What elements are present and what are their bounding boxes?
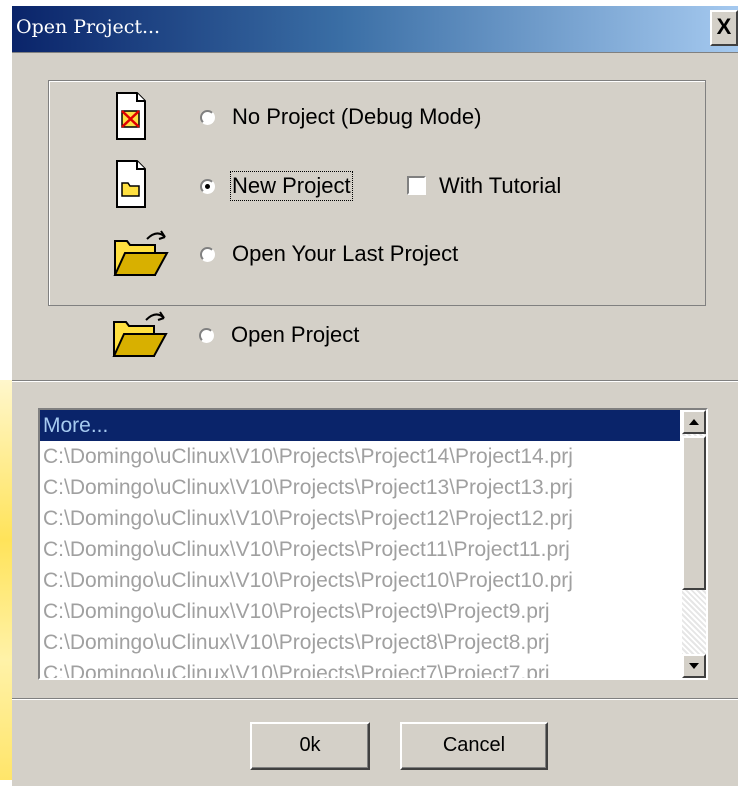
window-title: Open Project...: [16, 16, 161, 38]
list-item[interactable]: C:\Domingo\uClinux\V10\Projects\Project8…: [40, 627, 680, 658]
cancel-button[interactable]: Cancel: [400, 722, 548, 770]
with-tutorial-label[interactable]: With Tutorial: [439, 173, 561, 199]
open-last-project-label: Open Your Last Project: [232, 241, 459, 266]
with-tutorial-checkbox[interactable]: [407, 176, 426, 195]
no-project-radio[interactable]: [200, 110, 215, 125]
arrow-up-icon: [689, 419, 699, 425]
list-item[interactable]: C:\Domingo\uClinux\V10\Projects\Project1…: [40, 441, 680, 472]
no-project-label: No Project (Debug Mode): [232, 104, 482, 129]
open-project-dialog: Open Project... X No Project (Debug Mode…: [12, 6, 738, 786]
radio-selected-dot: [205, 184, 210, 189]
option-no-project[interactable]: No Project (Debug Mode): [49, 91, 649, 145]
list-item[interactable]: C:\Domingo\uClinux\V10\Projects\Project7…: [40, 658, 680, 678]
footer-divider: [12, 698, 738, 700]
section-divider: [12, 380, 738, 382]
open-project-radio[interactable]: [199, 328, 214, 343]
list-item[interactable]: C:\Domingo\uClinux\V10\Projects\Project1…: [40, 534, 680, 565]
list-scrollbar[interactable]: [682, 410, 706, 678]
open-folder-icon: [111, 227, 181, 281]
list-item[interactable]: C:\Domingo\uClinux\V10\Projects\Project9…: [40, 596, 680, 627]
close-button[interactable]: X: [710, 10, 738, 46]
option-open-last-project[interactable]: Open Your Last Project: [49, 227, 649, 281]
open-last-project-radio[interactable]: [200, 247, 215, 262]
list-item[interactable]: C:\Domingo\uClinux\V10\Projects\Project1…: [40, 472, 680, 503]
recent-projects-list[interactable]: More... C:\Domingo\uClinux\V10\Projects\…: [38, 408, 708, 680]
title-bar[interactable]: Open Project... X: [12, 6, 738, 53]
scroll-thumb[interactable]: [682, 436, 706, 590]
ok-button[interactable]: 0k: [250, 722, 370, 770]
new-doc-icon: [111, 159, 181, 213]
list-item[interactable]: C:\Domingo\uClinux\V10\Projects\Project1…: [40, 565, 680, 596]
arrow-down-icon: [689, 663, 699, 669]
project-options-group: No Project (Debug Mode) New Project With…: [48, 80, 706, 306]
open-folder-icon: [110, 308, 180, 362]
list-item-more[interactable]: More...: [40, 410, 680, 441]
option-open-project[interactable]: Open Project: [48, 308, 648, 362]
scroll-down-button[interactable]: [682, 654, 706, 678]
open-project-label: Open Project: [231, 322, 360, 347]
list-item[interactable]: C:\Domingo\uClinux\V10\Projects\Project1…: [40, 503, 680, 534]
new-project-label: New Project: [230, 171, 353, 201]
option-new-project[interactable]: New Project With Tutorial: [49, 159, 649, 213]
doc-cancel-icon: [111, 91, 181, 145]
new-project-radio[interactable]: [200, 179, 215, 194]
scroll-up-button[interactable]: [682, 410, 706, 434]
